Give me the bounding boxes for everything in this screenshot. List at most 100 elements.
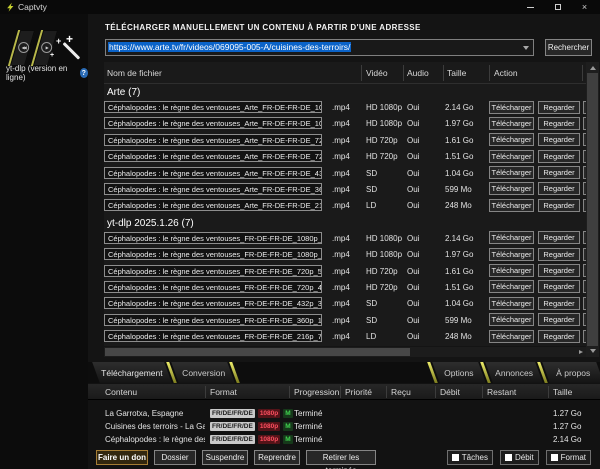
download-button[interactable]: Télécharger <box>489 313 534 326</box>
file-name-box[interactable]: Céphalopodes : le règne des ventouses_FR… <box>104 330 322 342</box>
file-name-box[interactable]: Céphalopodes : le règne des ventouses_FR… <box>104 314 322 326</box>
resume-button[interactable]: Reprendre <box>254 450 300 465</box>
download-button[interactable]: Télécharger <box>489 199 534 212</box>
scroll-up-icon[interactable] <box>590 66 596 70</box>
download-button[interactable]: Télécharger <box>489 330 534 343</box>
col-filename[interactable]: Nom de fichier <box>107 68 162 78</box>
download-task-row[interactable]: Céphalopodes : le règne des ve... FR/DE/… <box>88 434 600 447</box>
col-restant[interactable]: Restant <box>487 387 516 397</box>
download-button[interactable]: Télécharger <box>489 101 534 114</box>
col-recu[interactable]: Reçu <box>391 387 411 397</box>
scroll-right-icon[interactable] <box>579 350 583 354</box>
file-name-box[interactable]: Céphalopodes : le règne des ventouses_FR… <box>104 248 322 260</box>
watch-button[interactable]: Regarder <box>538 166 580 179</box>
play-mode-button[interactable]: ▶ <box>31 30 58 66</box>
download-button[interactable]: Télécharger <box>489 280 534 293</box>
footer-toggle[interactable]: Tâches <box>447 450 493 465</box>
checkbox-icon[interactable] <box>452 454 459 461</box>
remove-finished-button[interactable]: Retirer les terminés <box>306 450 376 465</box>
watch-button[interactable]: Regarder <box>538 150 580 163</box>
file-name-box[interactable]: Céphalopodes : le règne des ventouses_FR… <box>104 265 322 277</box>
download-button[interactable]: Télécharger <box>489 133 534 146</box>
folder-button[interactable]: Dossier <box>154 450 196 465</box>
watch-button[interactable]: Regarder <box>538 101 580 114</box>
download-button[interactable]: Télécharger <box>489 166 534 179</box>
watch-button[interactable]: Regarder <box>538 199 580 212</box>
sparkle-icon: + <box>66 32 73 46</box>
col-action[interactable]: Action <box>494 68 518 78</box>
record-mode-button[interactable]: ◀◀ <box>8 30 35 66</box>
checkbox-icon[interactable] <box>505 454 512 461</box>
checkbox-icon[interactable] <box>551 454 558 461</box>
maximize-button[interactable] <box>544 0 571 14</box>
download-button[interactable]: Télécharger <box>489 150 534 163</box>
horizontal-scrollbar[interactable] <box>104 347 586 357</box>
horizontal-scroll-thumb[interactable] <box>105 348 410 356</box>
download-button[interactable]: Télécharger <box>489 248 534 261</box>
file-name-box[interactable]: Céphalopodes : le règne des ventouses_FR… <box>104 232 322 244</box>
group-label: Arte (7) <box>104 84 586 100</box>
file-size: 1.61 Go <box>445 267 473 276</box>
watch-button[interactable]: Regarder <box>538 313 580 326</box>
col-priorite[interactable]: Priorité <box>345 387 372 397</box>
search-button[interactable]: Rechercher <box>545 39 592 56</box>
footer-toggle[interactable]: Format <box>546 450 591 465</box>
tab-annonces[interactable]: Annonces <box>485 362 543 383</box>
chevron-down-icon[interactable] <box>523 46 529 50</box>
file-name-box[interactable]: Céphalopodes : le règne des ventouses_Ar… <box>104 117 322 129</box>
watch-button[interactable]: Regarder <box>538 231 580 244</box>
vertical-scroll-thumb[interactable] <box>587 73 598 346</box>
file-size: 2.14 Go <box>445 234 473 243</box>
file-name-box[interactable]: Céphalopodes : le règne des ventouses_Ar… <box>104 199 322 211</box>
help-icon[interactable]: ? <box>80 68 88 78</box>
col-format[interactable]: Format <box>210 387 237 397</box>
url-combobox[interactable]: https://www.arte.tv/fr/videos/069095-005… <box>105 39 534 56</box>
file-name-box[interactable]: Céphalopodes : le règne des ventouses_FR… <box>104 281 322 293</box>
download-button[interactable]: Télécharger <box>489 182 534 195</box>
file-audio: Oui <box>407 185 419 194</box>
watch-button[interactable]: Regarder <box>538 330 580 343</box>
file-name-box[interactable]: Céphalopodes : le règne des ventouses_Ar… <box>104 134 322 146</box>
download-task-row[interactable]: La Garrotxa, Espagne FR/DE/FR/DE 1080p M… <box>88 408 600 421</box>
watch-button[interactable]: Regarder <box>538 133 580 146</box>
tab-a-propos[interactable]: À propos <box>542 362 600 383</box>
download-task-row[interactable]: Cuisines des terroirs - La Garrot... FR/… <box>88 421 600 434</box>
col-debit[interactable]: Débit <box>440 387 460 397</box>
download-button[interactable]: Télécharger <box>489 231 534 244</box>
file-name-box[interactable]: Céphalopodes : le règne des ventouses_Ar… <box>104 167 322 179</box>
download-button[interactable]: Télécharger <box>489 297 534 310</box>
result-row: Céphalopodes : le règne des ventouses_FR… <box>104 247 586 263</box>
col-video[interactable]: Vidéo <box>366 68 388 78</box>
col-taille[interactable]: Taille <box>553 387 572 397</box>
url-input[interactable]: https://www.arte.tv/fr/videos/069095-005… <box>106 40 533 54</box>
task-progress: Terminé <box>294 435 322 444</box>
scroll-down-icon[interactable] <box>590 349 596 353</box>
watch-button[interactable]: Regarder <box>538 248 580 261</box>
watch-button[interactable]: Regarder <box>538 182 580 195</box>
vertical-scrollbar[interactable] <box>586 62 599 357</box>
watch-button[interactable]: Regarder <box>538 264 580 277</box>
suspend-button[interactable]: Suspendre <box>202 450 248 465</box>
col-audio[interactable]: Audio <box>407 68 429 78</box>
watch-button[interactable]: Regarder <box>538 297 580 310</box>
close-button[interactable]: × <box>571 0 598 14</box>
download-button[interactable]: Télécharger <box>489 117 534 130</box>
file-name-box[interactable]: Céphalopodes : le règne des ventouses_Ar… <box>104 183 322 195</box>
col-contenu[interactable]: Contenu <box>105 387 137 397</box>
file-name-box[interactable]: Céphalopodes : le règne des ventouses_Ar… <box>104 101 322 113</box>
tab-telechargement[interactable]: Téléchargement <box>92 362 172 383</box>
col-size[interactable]: Taille <box>447 68 466 78</box>
tab-conversion[interactable]: Conversion <box>171 362 235 383</box>
watch-button[interactable]: Regarder <box>538 117 580 130</box>
minimize-button[interactable] <box>517 0 544 14</box>
file-extension: .mp4 <box>332 169 350 178</box>
tab-options[interactable]: Options <box>432 362 486 383</box>
file-name-box[interactable]: Céphalopodes : le règne des ventouses_FR… <box>104 297 322 309</box>
col-progression[interactable]: Progression <box>294 387 339 397</box>
donate-button[interactable]: Faire un don <box>96 450 148 465</box>
download-button[interactable]: Télécharger <box>489 264 534 277</box>
file-name-box[interactable]: Céphalopodes : le règne des ventouses_Ar… <box>104 150 322 162</box>
quality-badge: 1080p <box>258 422 280 431</box>
watch-button[interactable]: Regarder <box>538 280 580 293</box>
footer-toggle[interactable]: Débit <box>500 450 539 465</box>
